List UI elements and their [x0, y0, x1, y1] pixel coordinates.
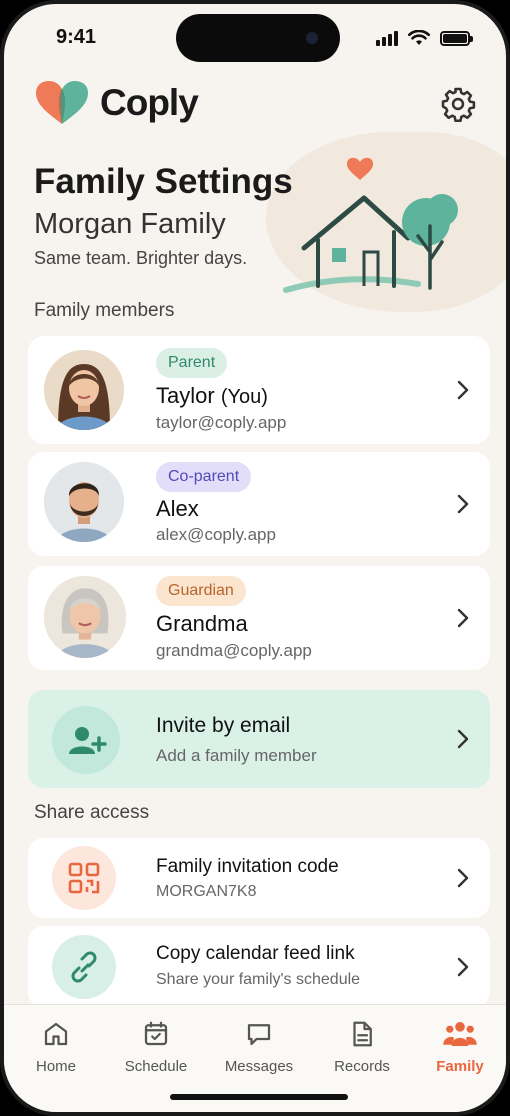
calendar-icon — [144, 1021, 168, 1046]
dynamic-island — [176, 14, 340, 62]
member-name: Alex — [156, 496, 199, 521]
qr-icon-circle — [52, 846, 116, 910]
tab-label: Messages — [224, 1058, 294, 1075]
qr-code-icon — [68, 862, 100, 894]
battery-icon — [440, 30, 473, 46]
chevron-right-icon — [457, 957, 469, 977]
member-email: grandma@coply.app — [156, 641, 312, 660]
member-card[interactable]: Co-parent Alex alex@coply.app — [28, 452, 490, 556]
status-time: 9:41 — [56, 26, 97, 48]
gear-icon — [441, 87, 476, 123]
member-card[interactable]: Parent Taylor (You) taylor@coply.app — [28, 336, 490, 444]
invite-by-email-button[interactable]: Invite by email Add a family member — [28, 690, 490, 788]
invite-title: Invite by email — [156, 714, 291, 737]
tab-home[interactable]: Home — [8, 1019, 104, 1075]
avatar — [44, 576, 126, 658]
member-card[interactable]: Guardian Grandma grandma@coply.app — [28, 566, 490, 670]
app-logo: Coply — [34, 80, 199, 126]
home-indicator — [170, 1094, 348, 1100]
house-illustration — [283, 157, 458, 293]
wifi-icon — [408, 30, 430, 45]
invitation-code-title: Family invitation code — [156, 856, 339, 877]
brand-name: Coply — [100, 82, 199, 123]
avatar — [44, 462, 124, 542]
avatar — [44, 350, 124, 430]
tab-messages[interactable]: Messages — [211, 1019, 307, 1075]
family-icon — [443, 1022, 477, 1046]
invitation-code-row[interactable]: Family invitation code MORGAN7K8 — [28, 838, 490, 918]
signal-icon — [376, 30, 398, 46]
tab-label: Home — [35, 1058, 76, 1075]
heart-logo-icon — [36, 81, 88, 124]
chevron-right-icon — [457, 380, 469, 400]
member-name: Grandma — [156, 611, 248, 636]
link-icon-circle — [52, 935, 116, 999]
chevron-right-icon — [457, 608, 469, 628]
calendar-feed-row[interactable]: Copy calendar feed link Share your famil… — [28, 926, 490, 1008]
settings-button[interactable] — [440, 86, 476, 123]
section-label-share: Share access — [34, 802, 150, 823]
message-icon — [247, 1024, 271, 1046]
family-name: Morgan Family — [34, 208, 226, 240]
tab-label: Family — [436, 1058, 484, 1075]
tab-records[interactable]: Records — [314, 1019, 410, 1075]
invitation-code-value: MORGAN7K8 — [156, 883, 257, 900]
document-icon — [353, 1021, 372, 1047]
home-icon — [44, 1022, 68, 1046]
tab-schedule[interactable]: Schedule — [108, 1019, 204, 1075]
add-user-icon — [69, 727, 107, 754]
role-badge: Co-parent — [156, 462, 252, 492]
member-email: taylor@coply.app — [156, 413, 287, 432]
phone-screen: 9:41 Coply Family Settings Morgan Family… — [0, 0, 510, 1116]
chevron-right-icon — [457, 729, 469, 749]
invite-subtitle: Add a family member — [156, 746, 317, 765]
add-user-icon-circle — [52, 706, 120, 774]
member-name: Taylor (You) — [156, 383, 268, 408]
chevron-right-icon — [457, 494, 469, 514]
role-badge: Guardian — [156, 576, 246, 606]
section-label-members: Family members — [34, 300, 175, 321]
status-icons — [376, 30, 473, 46]
calendar-feed-subtitle: Share your family's schedule — [156, 971, 361, 988]
calendar-feed-title: Copy calendar feed link — [156, 943, 355, 964]
member-email: alex@coply.app — [156, 525, 276, 544]
tab-family[interactable]: Family — [412, 1019, 506, 1075]
tab-bar: Home Schedule Messages Records Family — [4, 1004, 506, 1112]
link-icon — [71, 951, 97, 983]
chevron-right-icon — [457, 868, 469, 888]
status-bar: 9:41 — [4, 4, 506, 68]
role-badge: Parent — [156, 348, 228, 378]
tab-label: Records — [334, 1058, 390, 1075]
tab-label: Schedule — [124, 1058, 188, 1075]
page-title: Family Settings — [34, 162, 293, 201]
tagline: Same team. Brighter days. — [34, 248, 248, 268]
